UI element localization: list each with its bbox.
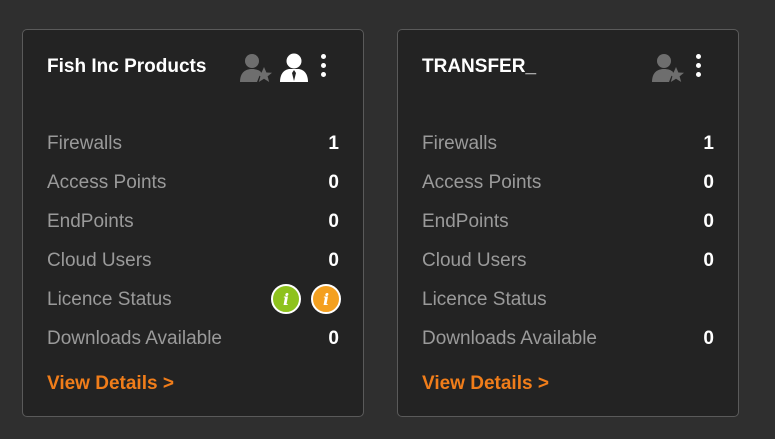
- stat-row-licence-status: Licence Status: [422, 280, 714, 319]
- stat-label: Firewalls: [47, 132, 122, 154]
- stat-row-firewalls: Firewalls 1: [422, 124, 714, 163]
- view-details-link[interactable]: View Details >: [47, 373, 174, 395]
- info-glyph: i: [282, 289, 290, 309]
- stats-list: Firewalls 1 Access Points 0 EndPoints 0 …: [422, 124, 714, 358]
- stat-label: Cloud Users: [422, 249, 527, 271]
- stat-row-endpoints: EndPoints 0: [47, 202, 339, 241]
- stat-row-downloads: Downloads Available 0: [47, 319, 339, 358]
- stat-value: 0: [328, 210, 339, 232]
- stat-value: 0: [703, 171, 714, 193]
- stat-value: 1: [328, 132, 339, 154]
- stat-value: 0: [703, 249, 714, 271]
- view-details-link[interactable]: View Details >: [422, 373, 549, 395]
- stats-list: Firewalls 1 Access Points 0 EndPoints 0 …: [47, 124, 341, 358]
- stat-label: Cloud Users: [47, 249, 152, 271]
- stat-label: Licence Status: [47, 288, 172, 310]
- admin-user-icon[interactable]: [278, 52, 310, 84]
- card-title: Fish Inc Products: [47, 56, 207, 77]
- user-star-icon[interactable]: [651, 52, 685, 84]
- user-star-icon[interactable]: [239, 52, 273, 84]
- stat-label: Licence Status: [422, 288, 547, 310]
- stat-row-cloud-users: Cloud Users 0: [47, 241, 339, 280]
- info-icon[interactable]: i: [311, 284, 341, 314]
- kebab-menu-icon[interactable]: [694, 54, 702, 82]
- tenant-card: TRANSFER_ Firewalls 1 Access Points 0 En…: [397, 29, 739, 417]
- stat-label: Access Points: [47, 171, 167, 193]
- stat-label: EndPoints: [47, 210, 134, 232]
- stat-row-endpoints: EndPoints 0: [422, 202, 714, 241]
- stat-row-downloads: Downloads Available 0: [422, 319, 714, 358]
- stat-label: Downloads Available: [422, 327, 597, 349]
- stat-row-access-points: Access Points 0: [422, 163, 714, 202]
- stat-label: Firewalls: [422, 132, 497, 154]
- info-glyph: i: [322, 289, 330, 309]
- stat-value: 0: [328, 171, 339, 193]
- stat-value: 1: [703, 132, 714, 154]
- stat-row-licence-status: Licence Status i i: [47, 280, 341, 319]
- stat-row-firewalls: Firewalls 1: [47, 124, 339, 163]
- stat-label: Access Points: [422, 171, 542, 193]
- stat-value: 0: [703, 327, 714, 349]
- stat-row-cloud-users: Cloud Users 0: [422, 241, 714, 280]
- stat-value: 0: [703, 210, 714, 232]
- stat-label: Downloads Available: [47, 327, 222, 349]
- card-title: TRANSFER_: [422, 56, 537, 77]
- stat-value: 0: [328, 327, 339, 349]
- tenant-card: Fish Inc Products Firewalls 1 Access Poi…: [22, 29, 364, 417]
- stat-row-access-points: Access Points 0: [47, 163, 339, 202]
- licence-badges: i i: [271, 284, 341, 314]
- stat-label: EndPoints: [422, 210, 509, 232]
- stat-value: 0: [328, 249, 339, 271]
- kebab-menu-icon[interactable]: [319, 54, 327, 82]
- info-icon[interactable]: i: [271, 284, 301, 314]
